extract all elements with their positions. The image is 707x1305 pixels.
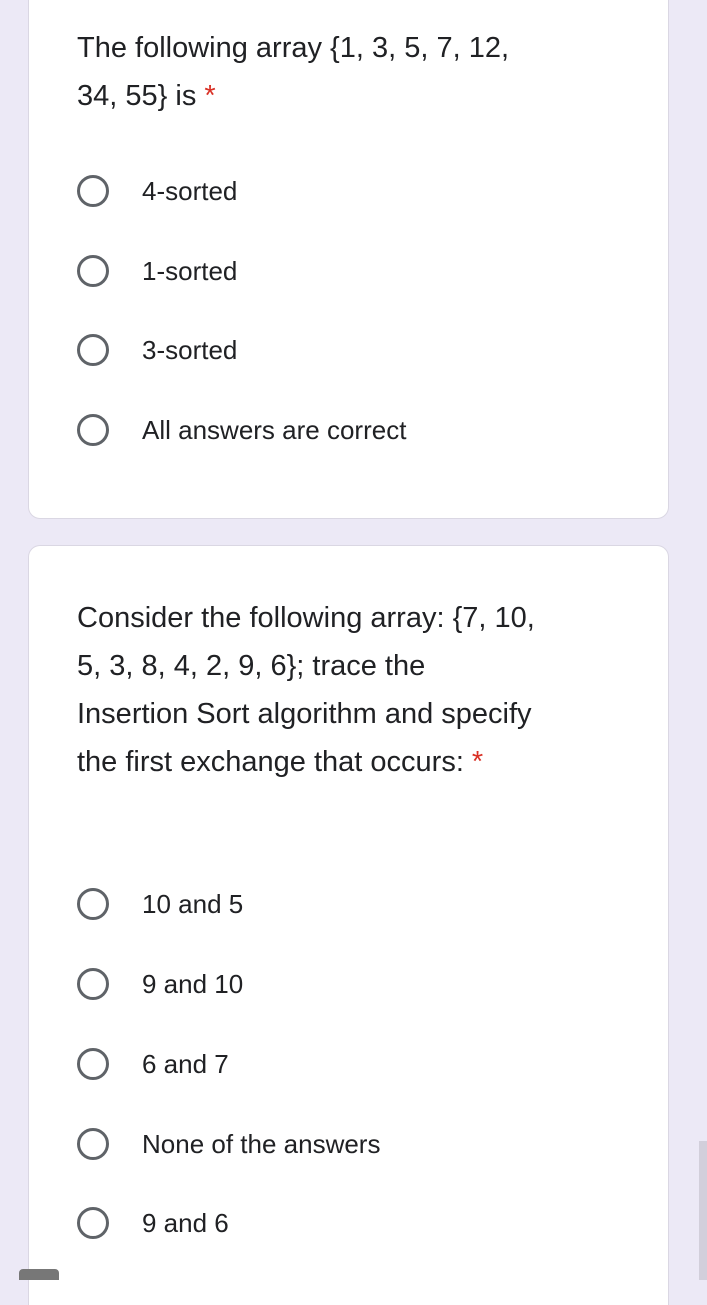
option-label: 9 and 10 (142, 968, 244, 999)
question-title: The following array {1, 3, 5, 7, 12, 34,… (77, 24, 537, 120)
radio-button-icon[interactable] (77, 888, 109, 920)
required-asterisk: * (471, 746, 484, 778)
option-none[interactable]: None of the answers (77, 1124, 380, 1164)
radio-button-icon[interactable] (77, 334, 109, 366)
option-9-and-10[interactable]: 9 and 10 (77, 964, 243, 1004)
option-label: 9 and 6 (142, 1207, 229, 1238)
option-label: None of the answers (142, 1128, 381, 1159)
radio-button-icon[interactable] (77, 175, 109, 207)
option-9-and-6[interactable]: 9 and 6 (77, 1203, 229, 1243)
question-text: The following array {1, 3, 5, 7, 12, 34,… (77, 32, 510, 112)
radio-button-icon[interactable] (77, 1048, 109, 1080)
required-asterisk: * (204, 80, 216, 112)
option-10-and-5[interactable]: 10 and 5 (77, 884, 243, 924)
option-label: 4-sorted (142, 175, 238, 206)
radio-button-icon[interactable] (77, 1128, 109, 1160)
option-1-sorted[interactable]: 1-sorted (77, 251, 237, 291)
scrollbar-thumb[interactable] (699, 1141, 707, 1280)
option-4-sorted[interactable]: 4-sorted (77, 171, 237, 211)
question-text: Consider the following array: {7, 10, 5,… (77, 602, 535, 778)
bottom-handle[interactable] (19, 1269, 59, 1280)
option-all-correct[interactable]: All answers are correct (77, 410, 406, 450)
question-title: Consider the following array: {7, 10, 5,… (77, 594, 537, 786)
option-label: 10 and 5 (142, 888, 244, 919)
option-label: 6 and 7 (142, 1048, 229, 1079)
question-card-1: The following array {1, 3, 5, 7, 12, 34,… (28, 0, 669, 519)
radio-button-icon[interactable] (77, 255, 109, 287)
option-6-and-7[interactable]: 6 and 7 (77, 1044, 229, 1084)
option-3-sorted[interactable]: 3-sorted (77, 330, 237, 370)
option-label: 3-sorted (142, 334, 238, 365)
question-card-2: Consider the following array: {7, 10, 5,… (28, 545, 669, 1305)
radio-button-icon[interactable] (77, 1207, 109, 1239)
option-label: 1-sorted (142, 255, 238, 286)
option-label: All answers are correct (142, 414, 407, 445)
radio-button-icon[interactable] (77, 414, 109, 446)
radio-button-icon[interactable] (77, 968, 109, 1000)
